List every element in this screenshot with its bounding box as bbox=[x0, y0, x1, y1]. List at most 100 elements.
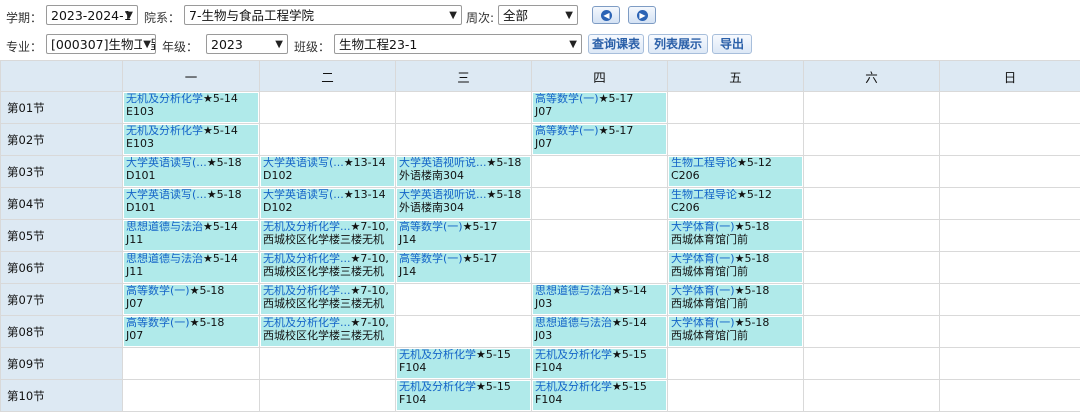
course-entry[interactable]: 无机及分析化学★5-15 F104 bbox=[397, 349, 530, 378]
filter-toolbar: 学期： 2023-2024-1 ▼ 院系： 7-生物与食品工程学院 ▼ 周次: … bbox=[0, 0, 1080, 60]
course-name-link[interactable]: 高等数学(一) bbox=[399, 221, 463, 233]
term-select[interactable]: 2023-2024-1 ▼ bbox=[46, 5, 138, 25]
course-name-link[interactable]: 生物工程导论 bbox=[671, 157, 737, 169]
course-entry[interactable]: 无机及分析化学★5-14 E103 bbox=[124, 93, 258, 122]
course-entry[interactable]: 无机及分析化学...★7-10, 西城校区化学楼三楼无机 bbox=[261, 317, 394, 346]
course-entry[interactable]: 大学英语读写(...★5-18 D101 bbox=[124, 189, 258, 218]
timetable-cell: 大学英语读写(...★13-14 D102 bbox=[259, 187, 396, 220]
course-entry[interactable]: 大学英语视听说...★5-18 外语楼南304 bbox=[397, 189, 530, 218]
course-title-line: 无机及分析化学★5-15 bbox=[399, 381, 528, 394]
list-view-button[interactable]: 列表展示 bbox=[648, 34, 708, 54]
course-weeks: ★5-15 bbox=[476, 381, 511, 393]
course-name-link[interactable]: 思想道德与法治 bbox=[126, 253, 203, 265]
day-header: 六 bbox=[803, 60, 940, 92]
course-name-link[interactable]: 无机及分析化学 bbox=[399, 381, 476, 393]
course-room: D102 bbox=[263, 168, 293, 182]
period-label: 第04节 bbox=[0, 187, 123, 220]
course-entry[interactable]: 大学体育(一)★5-18 西城体育馆门前 bbox=[669, 285, 802, 314]
course-name-link[interactable]: 大学英语读写(... bbox=[263, 189, 344, 201]
course-entry[interactable]: 高等数学(一)★5-17 J14 bbox=[397, 253, 530, 282]
course-name-link[interactable]: 生物工程导论 bbox=[671, 189, 737, 201]
course-name-link[interactable]: 高等数学(一) bbox=[399, 253, 463, 265]
course-room: 西城校区化学楼三楼无机 bbox=[263, 296, 384, 310]
course-entry[interactable]: 无机及分析化学★5-15 F104 bbox=[533, 349, 666, 378]
course-name-link[interactable]: 思想道德与法治 bbox=[535, 317, 612, 329]
course-entry[interactable]: 无机及分析化学...★7-10, 西城校区化学楼三楼无机 bbox=[261, 253, 394, 282]
course-entry[interactable]: 思想道德与法治★5-14 J11 bbox=[124, 253, 258, 282]
next-week-button[interactable]: ▶ bbox=[628, 6, 656, 24]
course-entry[interactable]: 高等数学(一)★5-17 J07 bbox=[533, 125, 666, 154]
course-entry[interactable]: 生物工程导论★5-12 C206 bbox=[669, 157, 802, 186]
course-name-link[interactable]: 无机及分析化学... bbox=[263, 253, 351, 265]
course-name-link[interactable]: 大学英语读写(... bbox=[263, 157, 344, 169]
course-name-link[interactable]: 大学英语读写(... bbox=[126, 157, 207, 169]
course-entry[interactable]: 高等数学(一)★5-17 J14 bbox=[397, 221, 530, 250]
course-weeks: ★5-14 bbox=[203, 221, 238, 233]
class-select[interactable]: 生物工程23-1 ▼ bbox=[334, 34, 582, 54]
course-weeks: ★5-18 bbox=[206, 157, 242, 169]
course-name-link[interactable]: 大学体育(一) bbox=[671, 221, 735, 233]
course-name-link[interactable]: 大学英语读写(... bbox=[126, 189, 207, 201]
course-entry[interactable]: 大学体育(一)★5-18 西城体育馆门前 bbox=[669, 253, 802, 282]
course-entry[interactable]: 无机及分析化学★5-14 E103 bbox=[124, 125, 258, 154]
course-name-link[interactable]: 高等数学(一) bbox=[126, 285, 190, 297]
table-row: 第05节 思想道德与法治★5-14 J11 无机及分析化学...★7-10, 西城校区化… bbox=[0, 219, 1080, 252]
timetable-cell: 思想道德与法治★5-14 J11 bbox=[122, 219, 260, 252]
course-title-line: 高等数学(一)★5-17 bbox=[399, 253, 528, 266]
course-name-link[interactable]: 思想道德与法治 bbox=[126, 221, 203, 233]
dept-select[interactable]: 7-生物与食品工程学院 ▼ bbox=[184, 5, 462, 25]
course-name-link[interactable]: 无机及分析化学 bbox=[535, 349, 612, 361]
course-weeks: ★5-14 bbox=[203, 125, 238, 137]
course-entry[interactable]: 高等数学(一)★5-17 J07 bbox=[533, 93, 666, 122]
course-name-link[interactable]: 高等数学(一) bbox=[126, 317, 190, 329]
course-room: D101 bbox=[126, 168, 156, 182]
course-name-link[interactable]: 大学英语视听说... bbox=[399, 189, 487, 201]
chevron-down-icon: ▼ bbox=[275, 39, 283, 50]
timetable-cell: 思想道德与法治★5-14 J03 bbox=[531, 315, 668, 348]
course-entry[interactable]: 大学英语读写(...★13-14 D102 bbox=[261, 189, 394, 218]
timetable-cell bbox=[939, 155, 1080, 188]
course-entry[interactable]: 思想道德与法治★5-14 J03 bbox=[533, 285, 666, 314]
course-name-link[interactable]: 无机及分析化学... bbox=[263, 285, 351, 297]
course-name-link[interactable]: 高等数学(一) bbox=[535, 93, 599, 105]
course-entry[interactable]: 高等数学(一)★5-18 J07 bbox=[124, 317, 258, 346]
course-name-link[interactable]: 无机及分析化学 bbox=[535, 381, 612, 393]
course-name-link[interactable]: 无机及分析化学 bbox=[126, 93, 203, 105]
course-name-link[interactable]: 大学体育(一) bbox=[671, 285, 735, 297]
course-title-line: 无机及分析化学...★7-10, bbox=[263, 221, 392, 234]
term-select-value: 2023-2024-1 bbox=[51, 8, 132, 23]
course-entry[interactable]: 思想道德与法治★5-14 J11 bbox=[124, 221, 258, 250]
course-entry[interactable]: 高等数学(一)★5-18 J07 bbox=[124, 285, 258, 314]
major-select[interactable]: [000307]生物工程 ▼ bbox=[46, 34, 156, 54]
prev-week-button[interactable]: ◀ bbox=[592, 6, 620, 24]
grade-select[interactable]: 2023 ▼ bbox=[206, 34, 288, 54]
course-name-link[interactable]: 大学英语视听说... bbox=[399, 157, 487, 169]
course-entry[interactable]: 生物工程导论★5-12 C206 bbox=[669, 189, 802, 218]
course-name-link[interactable]: 大学体育(一) bbox=[671, 317, 735, 329]
course-weeks: ★5-18 bbox=[486, 189, 522, 201]
course-title-line: 高等数学(一)★5-18 bbox=[126, 317, 256, 330]
week-select[interactable]: 全部 ▼ bbox=[498, 5, 578, 25]
course-weeks: ★5-14 bbox=[612, 285, 647, 297]
major-label: 专业： bbox=[6, 40, 43, 54]
course-entry[interactable]: 大学英语读写(...★13-14 D102 bbox=[261, 157, 394, 186]
course-entry[interactable]: 无机及分析化学...★7-10, 西城校区化学楼三楼无机 bbox=[261, 285, 394, 314]
course-name-link[interactable]: 无机及分析化学... bbox=[263, 317, 351, 329]
course-entry[interactable]: 无机及分析化学★5-15 F104 bbox=[533, 381, 666, 410]
course-name-link[interactable]: 高等数学(一) bbox=[535, 125, 599, 137]
course-entry[interactable]: 大学英语视听说...★5-18 外语楼南304 bbox=[397, 157, 530, 186]
export-button[interactable]: 导出 bbox=[712, 34, 752, 54]
course-entry[interactable]: 无机及分析化学★5-15 F104 bbox=[397, 381, 530, 410]
course-name-link[interactable]: 无机及分析化学 bbox=[399, 349, 476, 361]
course-name-link[interactable]: 无机及分析化学... bbox=[263, 221, 351, 233]
course-entry[interactable]: 大学英语读写(...★5-18 D101 bbox=[124, 157, 258, 186]
query-schedule-button[interactable]: 查询课表 bbox=[588, 34, 644, 54]
course-entry[interactable]: 思想道德与法治★5-14 J03 bbox=[533, 317, 666, 346]
course-name-link[interactable]: 思想道德与法治 bbox=[535, 285, 612, 297]
course-entry[interactable]: 大学体育(一)★5-18 西城体育馆门前 bbox=[669, 317, 802, 346]
timetable-cell bbox=[803, 315, 940, 348]
course-entry[interactable]: 大学体育(一)★5-18 西城体育馆门前 bbox=[669, 221, 802, 250]
course-name-link[interactable]: 大学体育(一) bbox=[671, 253, 735, 265]
course-entry[interactable]: 无机及分析化学...★7-10, 西城校区化学楼三楼无机 bbox=[261, 221, 394, 250]
course-name-link[interactable]: 无机及分析化学 bbox=[126, 125, 203, 137]
